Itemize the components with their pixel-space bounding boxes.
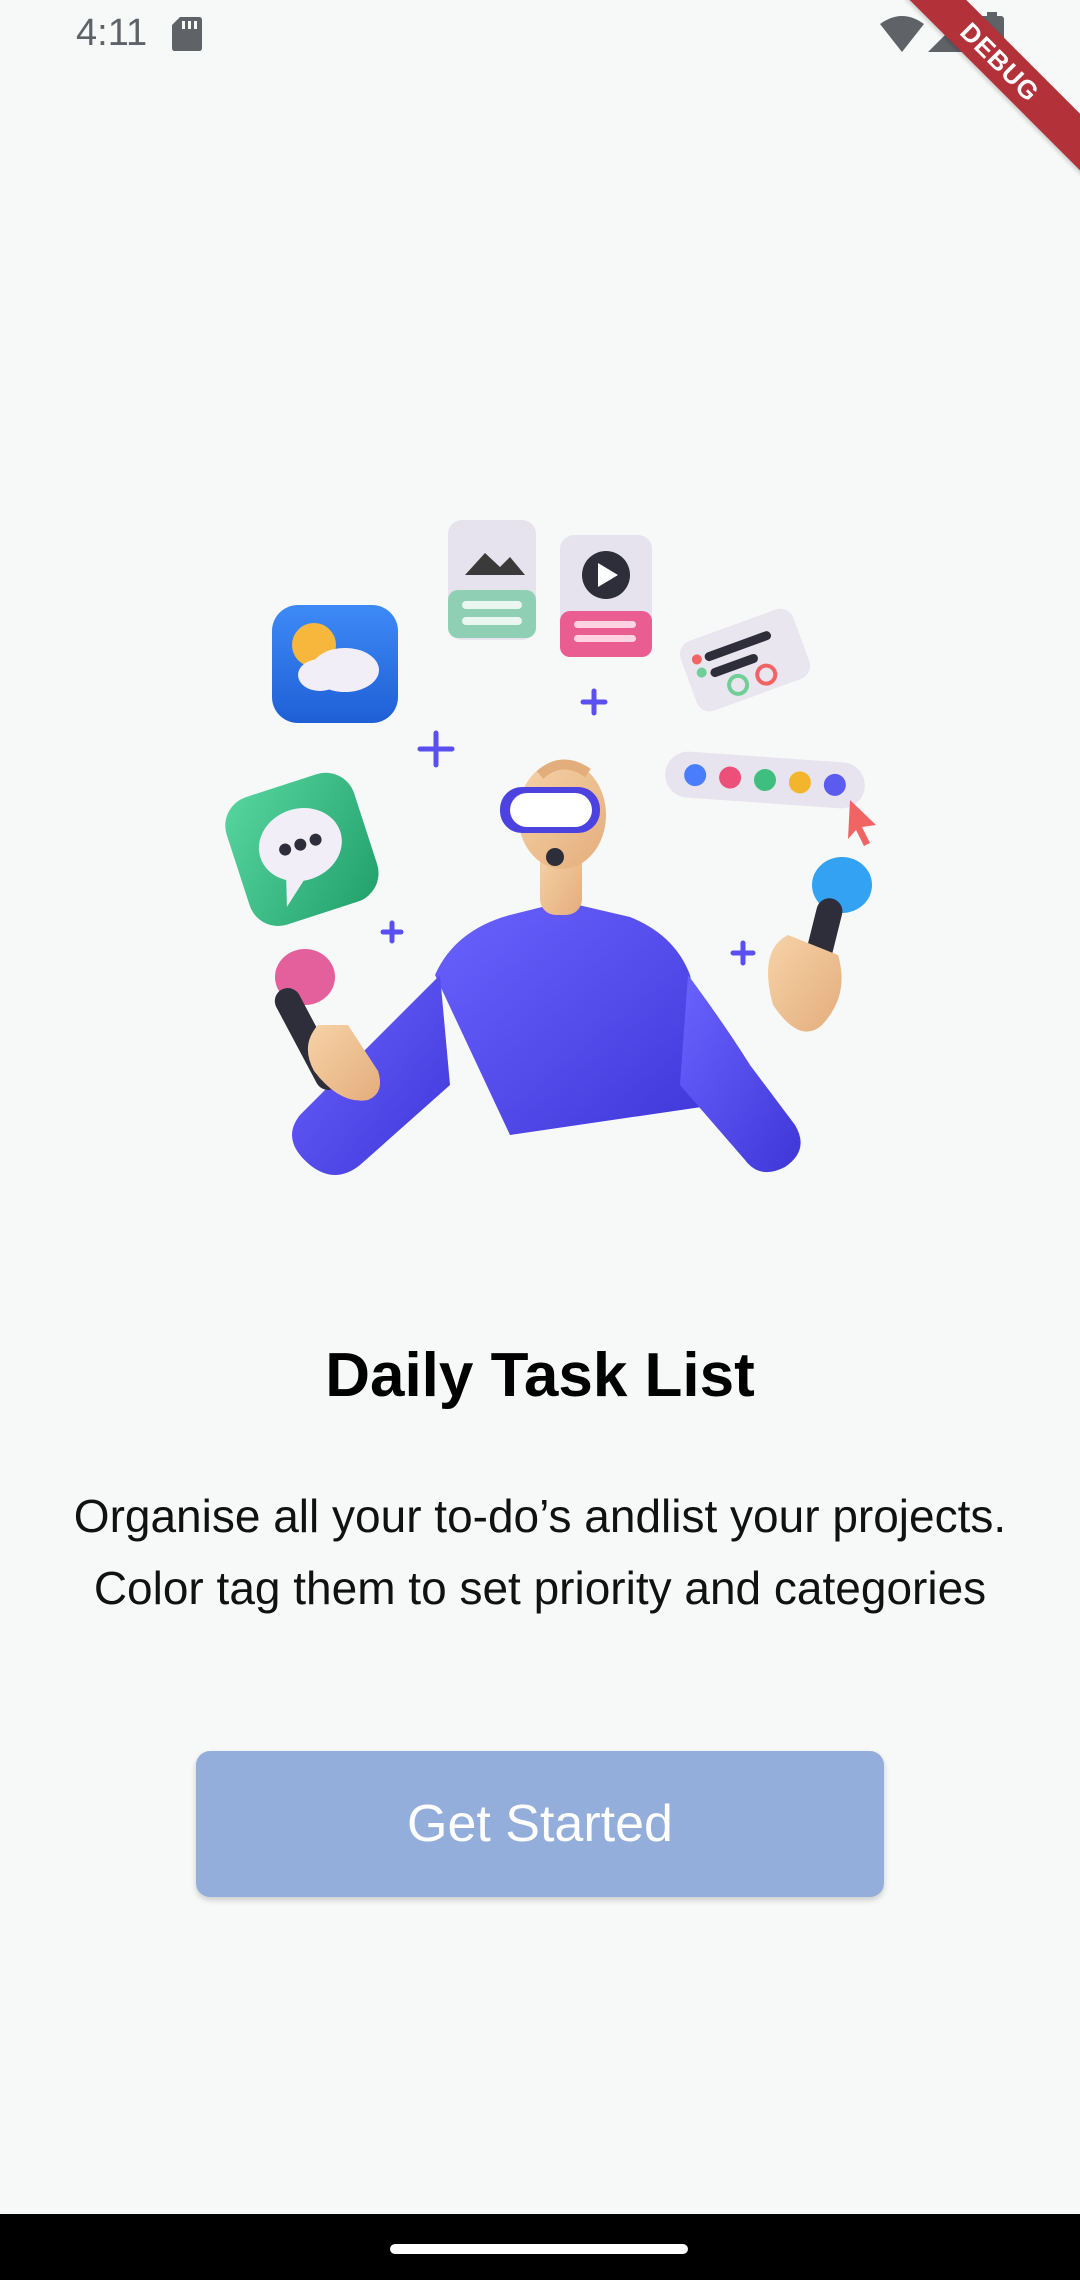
settings-card-icon xyxy=(679,608,811,712)
sd-card-icon xyxy=(172,17,202,51)
image-card-icon xyxy=(448,520,536,640)
chat-app-icon xyxy=(225,772,379,927)
navigation-bar xyxy=(0,2214,1080,2280)
left-hand xyxy=(307,1025,381,1101)
get-started-button[interactable]: Get Started xyxy=(196,1751,884,1897)
wifi-icon xyxy=(880,16,924,52)
weather-app-icon xyxy=(272,605,398,723)
home-gesture-handle[interactable] xyxy=(390,2244,688,2254)
status-bar: 4:11 xyxy=(0,0,1080,70)
sweater xyxy=(435,901,715,1135)
video-card-icon xyxy=(560,535,652,657)
person-vr-illustration xyxy=(225,520,876,1175)
vr-headset xyxy=(500,787,600,833)
page-description: Organise all your to-do’s andlist your p… xyxy=(73,1490,1007,1614)
cursor-icon xyxy=(848,800,876,846)
status-time: 4:11 xyxy=(76,12,148,54)
color-tag-bar-icon xyxy=(665,751,865,809)
page-title: Daily Task List xyxy=(325,1341,755,1410)
